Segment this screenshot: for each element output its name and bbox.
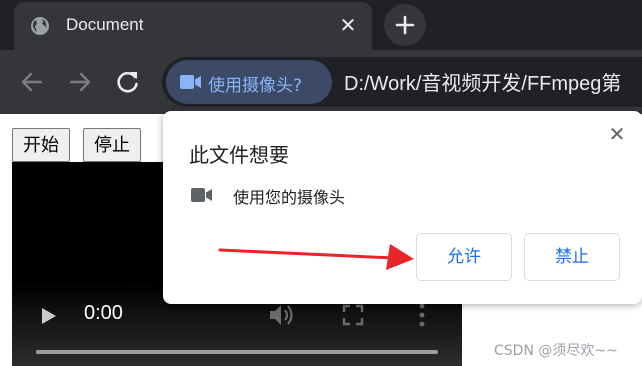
fullscreen-button[interactable]	[342, 304, 364, 330]
stop-button[interactable]: 停止	[83, 128, 141, 162]
reload-icon	[117, 72, 138, 93]
globe-icon	[30, 16, 50, 36]
tab-document[interactable]: Document ✕	[14, 2, 372, 50]
play-icon	[42, 308, 56, 324]
fullscreen-icon	[342, 304, 364, 326]
camera-icon	[191, 187, 213, 207]
volume-button[interactable]	[268, 302, 296, 332]
tab-title: Document	[66, 15, 144, 34]
reload-button[interactable]	[114, 68, 142, 96]
more-vertical-icon	[419, 303, 425, 327]
arrow-right-icon	[69, 72, 91, 92]
permission-chip-label: 使用摄像头?	[208, 76, 303, 96]
permission-description: 使用您的摄像头	[233, 188, 346, 207]
volume-icon	[270, 305, 293, 325]
url-text[interactable]: D:/Work/音视频开发/FFmpeg第	[344, 67, 621, 96]
dialog-title: 此文件想要	[189, 143, 289, 167]
forward-button[interactable]	[66, 68, 94, 96]
plus-icon	[395, 15, 415, 35]
arrow-left-icon	[21, 72, 43, 92]
camera-permission-chip[interactable]: 使用摄像头?	[166, 60, 332, 104]
browser-toolbar: 使用摄像头? D:/Work/音视频开发/FFmpeg第	[0, 50, 642, 114]
address-bar[interactable]: 使用摄像头? D:/Work/音视频开发/FFmpeg第	[162, 57, 642, 107]
allow-button[interactable]: 允许	[416, 233, 512, 281]
watermark: CSDN @须尽欢~~	[494, 343, 618, 359]
video-progress-bar[interactable]	[36, 350, 438, 354]
video-time: 0:00	[84, 302, 123, 324]
tab-strip: Document ✕	[0, 0, 642, 50]
close-tab-icon[interactable]: ✕	[338, 15, 358, 35]
start-button[interactable]: 开始	[12, 128, 70, 162]
annotation-arrow	[218, 244, 414, 270]
close-icon[interactable]: ✕	[606, 123, 628, 145]
back-button[interactable]	[18, 68, 46, 96]
more-options-button[interactable]	[416, 302, 428, 332]
camera-icon	[180, 75, 201, 89]
new-tab-button[interactable]	[384, 4, 426, 46]
block-button[interactable]: 禁止	[524, 233, 620, 281]
play-button[interactable]	[40, 306, 58, 330]
